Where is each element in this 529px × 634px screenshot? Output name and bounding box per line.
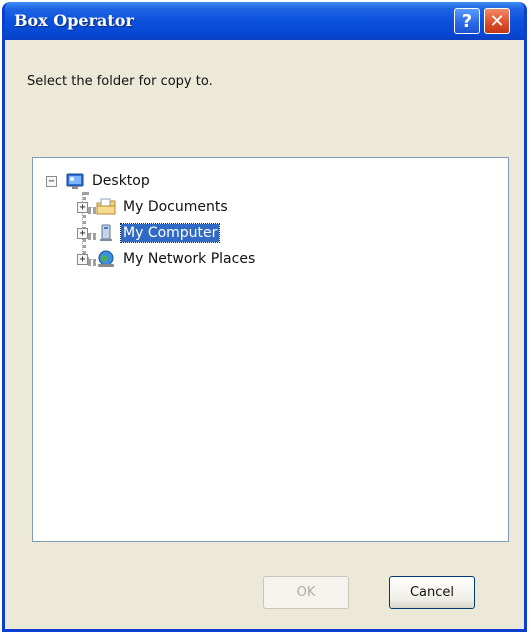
dialog-window: Box Operator ? ✕ Select the folder for c… bbox=[2, 2, 527, 632]
cancel-button[interactable]: Cancel bbox=[389, 576, 475, 609]
close-button[interactable]: ✕ bbox=[484, 8, 510, 34]
expand-toggle[interactable]: + bbox=[77, 253, 88, 265]
tree-label: My Documents bbox=[123, 199, 228, 215]
tree-label: Desktop bbox=[92, 173, 150, 189]
tree-node-desktop[interactable]: − Desktop bbox=[46, 170, 152, 192]
network-icon bbox=[96, 249, 116, 269]
folder-documents-icon bbox=[96, 197, 116, 217]
dialog-title: Box Operator bbox=[14, 11, 134, 30]
title-bar[interactable]: Box Operator ? ✕ bbox=[5, 2, 524, 40]
tree-label: My Network Places bbox=[123, 251, 256, 267]
collapse-toggle[interactable]: − bbox=[46, 175, 57, 187]
expand-toggle[interactable]: + bbox=[77, 201, 88, 213]
ok-button[interactable]: OK bbox=[263, 576, 349, 609]
tree-label-selected: My Computer bbox=[119, 223, 221, 243]
computer-icon bbox=[96, 223, 116, 243]
tree-node-my-computer[interactable]: + My Computer bbox=[77, 222, 221, 244]
folder-tree[interactable]: − Desktop + My Documents + My Computer +… bbox=[32, 157, 509, 542]
instruction-text: Select the folder for copy to. bbox=[27, 74, 213, 89]
help-button[interactable]: ? bbox=[454, 8, 480, 34]
expand-toggle[interactable]: + bbox=[77, 227, 88, 239]
tree-node-my-documents[interactable]: + My Documents bbox=[77, 196, 230, 218]
tree-node-my-network-places[interactable]: + My Network Places bbox=[77, 248, 257, 270]
desktop-icon bbox=[65, 171, 85, 191]
